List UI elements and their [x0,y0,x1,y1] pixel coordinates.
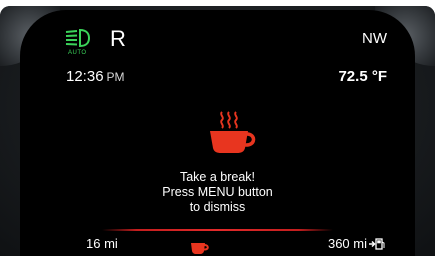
auto-headlight-label: AUTO [68,50,87,56]
instrument-cluster-photo: AUTO R NW 12:36 PM 72.5 °F Take a break! … [0,0,435,256]
cluster-display: AUTO R NW 12:36 PM 72.5 °F Take a break! … [20,10,415,256]
clock: 12:36 PM [66,68,125,85]
status-bar: AUTO R NW [20,24,415,58]
clock-time: 12:36 [66,68,104,85]
message-line-2: Press MENU button [162,185,273,199]
break-reminder-message: Take a break! Press MENU button to dismi… [20,170,415,215]
message-line-1: Take a break! [179,170,256,184]
outside-temperature: 72.5 °F [338,68,387,85]
coffee-cup-icon [188,241,212,256]
range-to-empty: 360 mi [328,236,385,251]
clock-period: PM [106,70,125,84]
range-value: 360 mi [327,236,367,251]
trip-distance: 16 mi [86,236,118,251]
coffee-cup-icon [202,108,262,156]
gear-indicator: R [110,26,126,51]
footer-divider [102,229,333,231]
message-line-3: to dismiss [189,200,246,214]
fuel-pump-icon [369,237,385,250]
compass-heading: NW [362,30,387,47]
